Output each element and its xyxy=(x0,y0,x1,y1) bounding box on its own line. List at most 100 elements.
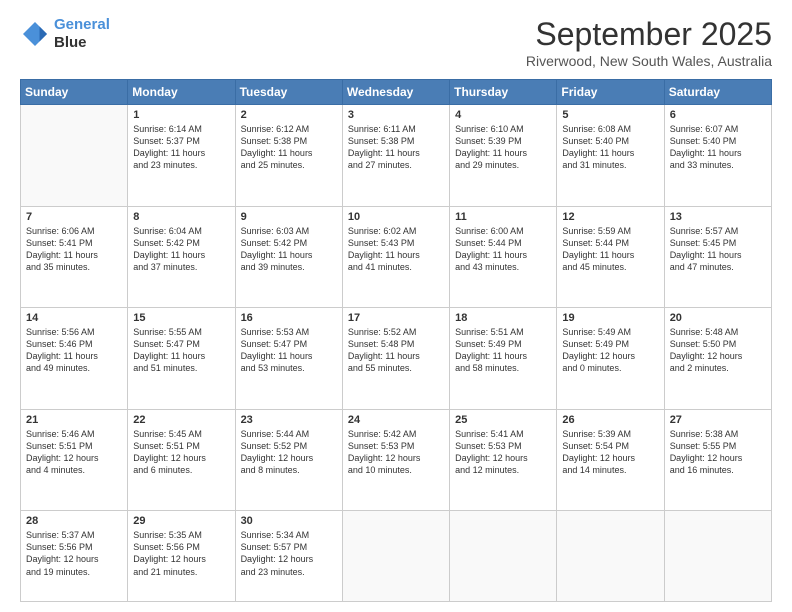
calendar-cell: 25 Sunrise: 5:41 AMSunset: 5:53 PMDayligh… xyxy=(450,409,557,511)
cell-content: Sunrise: 5:51 AMSunset: 5:49 PMDaylight:… xyxy=(455,326,551,375)
cell-content: Sunrise: 6:12 AMSunset: 5:38 PMDaylight:… xyxy=(241,123,337,172)
week-row-1: 1 Sunrise: 6:14 AMSunset: 5:37 PMDaylight… xyxy=(21,105,772,207)
calendar-cell: 9 Sunrise: 6:03 AMSunset: 5:42 PMDaylight… xyxy=(235,206,342,308)
cell-content: Sunrise: 5:45 AMSunset: 5:51 PMDaylight:… xyxy=(133,428,229,477)
calendar-cell: 15 Sunrise: 5:55 AMSunset: 5:47 PMDayligh… xyxy=(128,308,235,410)
calendar-cell: 23 Sunrise: 5:44 AMSunset: 5:52 PMDayligh… xyxy=(235,409,342,511)
calendar-cell: 28 Sunrise: 5:37 AMSunset: 5:56 PMDayligh… xyxy=(21,511,128,602)
header-sunday: Sunday xyxy=(21,80,128,105)
day-number: 23 xyxy=(241,414,337,426)
day-number: 16 xyxy=(241,312,337,324)
days-header-row: Sunday Monday Tuesday Wednesday Thursday… xyxy=(21,80,772,105)
calendar-cell: 13Sunrise: 5:57 AMSunset: 5:45 PMDayligh… xyxy=(664,206,771,308)
cell-content: Sunrise: 6:10 AMSunset: 5:39 PMDaylight:… xyxy=(455,123,551,172)
day-number: 17 xyxy=(348,312,444,324)
day-number: 19 xyxy=(562,312,658,324)
calendar-cell: 5Sunrise: 6:08 AMSunset: 5:40 PMDaylight… xyxy=(557,105,664,207)
cell-content: Sunrise: 5:48 AMSunset: 5:50 PMDaylight:… xyxy=(670,326,766,375)
day-number: 7 xyxy=(26,211,122,223)
page: General Blue September 2025 Riverwood, N… xyxy=(0,0,792,612)
cell-content: Sunrise: 5:49 AMSunset: 5:49 PMDaylight:… xyxy=(562,326,658,375)
week-row-2: 7 Sunrise: 6:06 AMSunset: 5:41 PMDaylight… xyxy=(21,206,772,308)
calendar-cell: 6 Sunrise: 6:07 AMSunset: 5:40 PMDaylight… xyxy=(664,105,771,207)
calendar-cell xyxy=(342,511,449,602)
week-row-5: 28 Sunrise: 5:37 AMSunset: 5:56 PMDayligh… xyxy=(21,511,772,602)
day-number: 3 xyxy=(348,109,444,121)
cell-content: Sunrise: 6:07 AMSunset: 5:40 PMDaylight:… xyxy=(670,123,766,172)
day-number: 10 xyxy=(348,211,444,223)
day-number: 21 xyxy=(26,414,122,426)
header-thursday: Thursday xyxy=(450,80,557,105)
cell-content: Sunrise: 5:44 AMSunset: 5:52 PMDaylight:… xyxy=(241,428,337,477)
cell-content: Sunrise: 6:00 AMSunset: 5:44 PMDaylight:… xyxy=(455,225,551,274)
day-number: 12 xyxy=(562,211,658,223)
calendar-cell xyxy=(664,511,771,602)
day-number: 13 xyxy=(670,211,766,223)
calendar-cell: 30Sunrise: 5:34 AMSunset: 5:57 PMDayligh… xyxy=(235,511,342,602)
cell-content: Sunrise: 5:56 AMSunset: 5:46 PMDaylight:… xyxy=(26,326,122,375)
header-monday: Monday xyxy=(128,80,235,105)
month-title: September 2025 xyxy=(526,16,772,53)
day-number: 26 xyxy=(562,414,658,426)
cell-content: Sunrise: 5:42 AMSunset: 5:53 PMDaylight:… xyxy=(348,428,444,477)
calendar-cell: 18 Sunrise: 5:51 AMSunset: 5:49 PMDayligh… xyxy=(450,308,557,410)
calendar-cell: 24 Sunrise: 5:42 AMSunset: 5:53 PMDayligh… xyxy=(342,409,449,511)
cell-content: Sunrise: 5:38 AMSunset: 5:55 PMDaylight:… xyxy=(670,428,766,477)
cell-content: Sunrise: 6:03 AMSunset: 5:42 PMDaylight:… xyxy=(241,225,337,274)
calendar-cell: 1 Sunrise: 6:14 AMSunset: 5:37 PMDaylight… xyxy=(128,105,235,207)
title-block: September 2025 Riverwood, New South Wale… xyxy=(526,16,772,69)
day-number: 4 xyxy=(455,109,551,121)
week-row-4: 21Sunrise: 5:46 AMSunset: 5:51 PMDayligh… xyxy=(21,409,772,511)
day-number: 15 xyxy=(133,312,229,324)
calendar-cell: 12 Sunrise: 5:59 AMSunset: 5:44 PMDayligh… xyxy=(557,206,664,308)
cell-content: Sunrise: 5:39 AMSunset: 5:54 PMDaylight:… xyxy=(562,428,658,477)
calendar-cell: 20 Sunrise: 5:48 AMSunset: 5:50 PMDayligh… xyxy=(664,308,771,410)
day-number: 24 xyxy=(348,414,444,426)
week-row-3: 14 Sunrise: 5:56 AMSunset: 5:46 PMDayligh… xyxy=(21,308,772,410)
calendar-cell: 11Sunrise: 6:00 AMSunset: 5:44 PMDayligh… xyxy=(450,206,557,308)
header-wednesday: Wednesday xyxy=(342,80,449,105)
calendar-cell xyxy=(21,105,128,207)
logo-text: General Blue xyxy=(54,16,110,52)
calendar-cell: 27Sunrise: 5:38 AMSunset: 5:55 PMDayligh… xyxy=(664,409,771,511)
header-saturday: Saturday xyxy=(664,80,771,105)
day-number: 9 xyxy=(241,211,337,223)
calendar-cell: 3 Sunrise: 6:11 AMSunset: 5:38 PMDaylight… xyxy=(342,105,449,207)
calendar-cell: 29 Sunrise: 5:35 AMSunset: 5:56 PMDayligh… xyxy=(128,511,235,602)
day-number: 20 xyxy=(670,312,766,324)
cell-content: Sunrise: 5:53 AMSunset: 5:47 PMDaylight:… xyxy=(241,326,337,375)
header-tuesday: Tuesday xyxy=(235,80,342,105)
day-number: 6 xyxy=(670,109,766,121)
day-number: 1 xyxy=(133,109,229,121)
calendar-cell: 16 Sunrise: 5:53 AMSunset: 5:47 PMDayligh… xyxy=(235,308,342,410)
cell-content: Sunrise: 6:14 AMSunset: 5:37 PMDaylight:… xyxy=(133,123,229,172)
cell-content: Sunrise: 5:55 AMSunset: 5:47 PMDaylight:… xyxy=(133,326,229,375)
day-number: 29 xyxy=(133,515,229,527)
calendar-cell: 10 Sunrise: 6:02 AMSunset: 5:43 PMDayligh… xyxy=(342,206,449,308)
day-number: 28 xyxy=(26,515,122,527)
calendar-cell: 26 Sunrise: 5:39 AMSunset: 5:54 PMDayligh… xyxy=(557,409,664,511)
subtitle: Riverwood, New South Wales, Australia xyxy=(526,53,772,69)
cell-content: Sunrise: 6:11 AMSunset: 5:38 PMDaylight:… xyxy=(348,123,444,172)
day-number: 14 xyxy=(26,312,122,324)
calendar-cell: 19 Sunrise: 5:49 AMSunset: 5:49 PMDayligh… xyxy=(557,308,664,410)
day-number: 5 xyxy=(562,109,658,121)
cell-content: Sunrise: 6:02 AMSunset: 5:43 PMDaylight:… xyxy=(348,225,444,274)
cell-content: Sunrise: 5:59 AMSunset: 5:44 PMDaylight:… xyxy=(562,225,658,274)
day-number: 22 xyxy=(133,414,229,426)
cell-content: Sunrise: 5:34 AMSunset: 5:57 PMDaylight:… xyxy=(241,529,337,578)
day-number: 25 xyxy=(455,414,551,426)
calendar-cell: 7 Sunrise: 6:06 AMSunset: 5:41 PMDaylight… xyxy=(21,206,128,308)
cell-content: Sunrise: 5:35 AMSunset: 5:56 PMDaylight:… xyxy=(133,529,229,578)
day-number: 8 xyxy=(133,211,229,223)
cell-content: Sunrise: 5:37 AMSunset: 5:56 PMDaylight:… xyxy=(26,529,122,578)
calendar-cell: 4 Sunrise: 6:10 AMSunset: 5:39 PMDaylight… xyxy=(450,105,557,207)
day-number: 2 xyxy=(241,109,337,121)
cell-content: Sunrise: 6:06 AMSunset: 5:41 PMDaylight:… xyxy=(26,225,122,274)
cell-content: Sunrise: 5:41 AMSunset: 5:53 PMDaylight:… xyxy=(455,428,551,477)
calendar-cell xyxy=(450,511,557,602)
day-number: 18 xyxy=(455,312,551,324)
cell-content: Sunrise: 6:04 AMSunset: 5:42 PMDaylight:… xyxy=(133,225,229,274)
calendar-cell: 14 Sunrise: 5:56 AMSunset: 5:46 PMDayligh… xyxy=(21,308,128,410)
calendar-table: Sunday Monday Tuesday Wednesday Thursday… xyxy=(20,79,772,602)
